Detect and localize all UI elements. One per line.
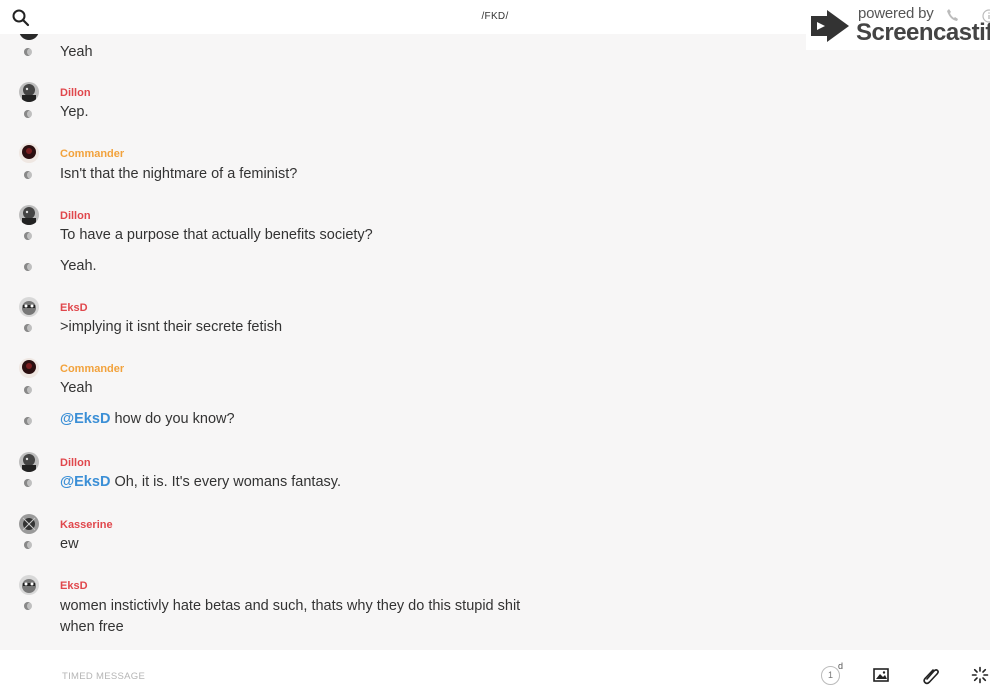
- timer-icon: [24, 417, 32, 425]
- mention-link[interactable]: @EksD: [60, 411, 110, 427]
- avatar[interactable]: [19, 514, 39, 534]
- message-text: Yeah: [60, 380, 93, 396]
- phone-icon[interactable]: [946, 8, 960, 27]
- message-author[interactable]: Commander: [60, 363, 124, 375]
- message-text: women instictivly hate betas and such, t…: [60, 598, 521, 635]
- message-author[interactable]: Dillon: [60, 87, 91, 99]
- timer-icon: [24, 541, 32, 549]
- composer-bar: 1 d: [0, 650, 990, 700]
- screencastify-logo-icon: [809, 8, 853, 49]
- timer-icon: [24, 386, 32, 394]
- message-text: >implying it isnt their secrete fetish: [60, 319, 283, 335]
- message-text: ew: [60, 536, 79, 552]
- timer-icon: [24, 110, 32, 118]
- message-author[interactable]: Kasserine: [60, 519, 113, 531]
- timer-unit: d: [838, 661, 844, 671]
- timer-icon: [24, 171, 32, 179]
- screencastify-watermark: powered by Screencastify: [806, 0, 990, 50]
- avatar[interactable]: [19, 82, 39, 102]
- timer-icon: [24, 479, 32, 487]
- avatar[interactable]: [19, 205, 39, 225]
- message-author[interactable]: Commander: [60, 148, 124, 160]
- avatar[interactable]: [19, 452, 39, 472]
- message-author[interactable]: Dillon: [60, 457, 91, 469]
- timer-icon: [24, 602, 32, 610]
- avatar[interactable]: [19, 143, 39, 163]
- watermark-brand-text: Screencastify: [856, 19, 990, 46]
- avatar[interactable]: [19, 297, 39, 317]
- message-author[interactable]: EksD: [60, 580, 88, 592]
- message-author[interactable]: EksD: [60, 302, 88, 314]
- message-text: To have a purpose that actually benefits…: [60, 227, 373, 243]
- timer-icon: [24, 232, 32, 240]
- timer-icon: [24, 48, 32, 56]
- message-timer-control[interactable]: 1 d: [821, 661, 844, 686]
- avatar[interactable]: [19, 358, 39, 378]
- timer-icon: [24, 324, 32, 332]
- message-text: Yep.: [60, 104, 89, 120]
- message-text: Yeah.: [60, 258, 97, 274]
- timer-icon: [24, 263, 32, 271]
- loading-spinner-icon[interactable]: [971, 664, 990, 686]
- message-text-body: how do you know?: [110, 411, 235, 427]
- message-text-body: Oh, it is. It's every womans fantasy.: [110, 474, 341, 490]
- message-text: @EksD how do you know?: [60, 409, 540, 430]
- image-upload-icon[interactable]: [872, 664, 894, 686]
- attachment-icon[interactable]: [921, 664, 943, 686]
- timed-message-input[interactable]: [60, 666, 764, 686]
- mention-link[interactable]: @EksD: [60, 474, 110, 490]
- message-text: @EksD Oh, it is. It's every womans fanta…: [60, 472, 540, 493]
- message-feed: Yeah Dillon Yep. Commander Isn't that th…: [0, 0, 990, 650]
- message-text: Yeah: [60, 44, 93, 60]
- message-author[interactable]: Dillon: [60, 210, 91, 222]
- info-icon[interactable]: [982, 9, 990, 28]
- avatar[interactable]: [19, 575, 39, 595]
- message-text: Isn't that the nightmare of a feminist?: [60, 166, 298, 182]
